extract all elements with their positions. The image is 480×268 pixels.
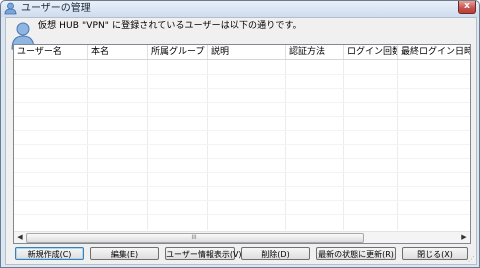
row-divider	[14, 102, 470, 103]
description-text: 仮想 HUB "VPN" に登録されているユーザーは以下の通りです。	[38, 21, 302, 31]
horizontal-scrollbar[interactable]: ◀ III ▶	[14, 231, 470, 243]
grip-icon: III	[191, 234, 197, 241]
column-header-login-count[interactable]: ログイン回数	[344, 45, 398, 59]
row-divider	[14, 88, 470, 89]
list-header: ユーザー名 本名 所属グループ 説明 認証方法 ログイン回数 最終ログイン日時	[14, 45, 470, 60]
scroll-left-icon[interactable]: ◀	[15, 233, 25, 242]
column-header-username[interactable]: ユーザー名	[14, 45, 88, 59]
row-divider	[14, 74, 470, 75]
column-divider	[147, 60, 148, 230]
row-divider	[14, 144, 470, 145]
column-divider	[343, 60, 344, 230]
column-header-last-login[interactable]: 最終ログイン日時	[398, 45, 470, 59]
close-window-button[interactable]: x	[458, 1, 476, 14]
row-divider	[14, 200, 470, 201]
title-bar: ユーザーの管理 x	[1, 1, 479, 17]
column-divider	[397, 60, 398, 230]
column-header-auth-method[interactable]: 認証方法	[286, 45, 344, 59]
row-divider	[14, 130, 470, 131]
column-divider	[285, 60, 286, 230]
scroll-right-icon[interactable]: ▶	[459, 233, 469, 242]
column-divider	[207, 60, 208, 230]
column-header-realname[interactable]: 本名	[88, 45, 148, 59]
row-divider	[14, 172, 470, 173]
column-header-description[interactable]: 説明	[208, 45, 286, 59]
refresh-button[interactable]: 最新の状態に更新(R)	[316, 247, 396, 260]
view-user-info-button[interactable]: ユーザー情報表示(V)	[165, 247, 242, 260]
window-title: ユーザーの管理	[21, 3, 91, 14]
scrollbar-thumb[interactable]: III	[26, 233, 364, 243]
row-divider	[14, 186, 470, 187]
resize-grip-icon[interactable]: ⋰	[468, 256, 475, 263]
row-divider	[14, 116, 470, 117]
column-divider	[87, 60, 88, 230]
new-user-button[interactable]: 新規作成(C)	[15, 247, 84, 260]
row-divider	[14, 158, 470, 159]
dialog-body: 仮想 HUB "VPN" に登録されているユーザーは以下の通りです。 ユーザー名…	[5, 17, 477, 265]
row-divider	[14, 214, 470, 215]
delete-user-button[interactable]: 削除(D)	[241, 247, 310, 260]
column-header-group[interactable]: 所属グループ	[148, 45, 208, 59]
user-icon	[4, 2, 17, 15]
user-list[interactable]: ユーザー名 本名 所属グループ 説明 認証方法 ログイン回数 最終ログイン日時	[13, 44, 471, 244]
close-button[interactable]: 閉じる(X)	[402, 247, 468, 260]
user-management-window: ユーザーの管理 x 仮想 HUB "VPN" に登録されているユーザーは以下の通…	[0, 0, 480, 268]
edit-user-button[interactable]: 編集(E)	[90, 247, 159, 260]
